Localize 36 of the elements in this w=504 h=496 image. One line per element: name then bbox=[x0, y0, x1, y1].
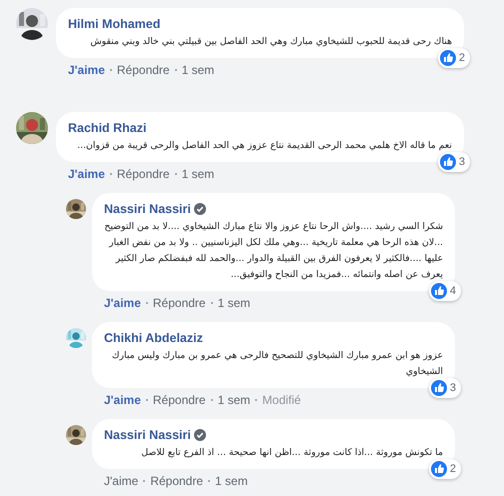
comment-text: شكرا السي رشيد ....واش الرحا نتاع عزوز والا نتاع مبارك الشيخاوي ....لا بد من التوضيح ...لان هذه الرحا هي معلمة تاريخية ...وهي ملك لكل اليزناسنيين .. ولا بد من نفض الغبار عليها ....فالكثير لا يعرفون الفرق بين القبيلة والدوار ...والحمد لله فبفضلكم صار الكثير يعرف عن اصله وانتمائه ...فمزيدا من النجاح والتوفيق... bbox=[104, 220, 443, 282]
like-link[interactable]: J'aime bbox=[104, 392, 141, 408]
like-icon bbox=[440, 50, 456, 66]
reaction-count[interactable]: 2 bbox=[438, 48, 470, 68]
like-link[interactable]: J'aime bbox=[104, 473, 138, 489]
author-name[interactable]: Nassiri Nassiri bbox=[104, 201, 191, 217]
author-name[interactable]: Chikhi Abdelaziz bbox=[104, 330, 203, 346]
author-name[interactable]: Hilmi Mohamed bbox=[68, 16, 160, 32]
like-icon bbox=[430, 461, 447, 477]
reaction-count[interactable]: 2 bbox=[428, 459, 461, 479]
reply-link[interactable]: Répondre bbox=[152, 392, 206, 408]
comment-text: نعم ما قاله الاخ هلمي محمد الرحى القديمة نتاع عزوز هي الحد الفاصل والرحى قريبة من قزوان... bbox=[76, 139, 452, 153]
reaction-count[interactable]: 3 bbox=[428, 378, 461, 398]
reply-link[interactable]: Répondre bbox=[116, 62, 170, 78]
reply-link[interactable]: Répondre bbox=[152, 295, 206, 311]
author-name[interactable]: Rachid Rhazi bbox=[68, 120, 146, 136]
timestamp[interactable]: 1 sem bbox=[218, 295, 250, 311]
like-link[interactable]: J'aime bbox=[104, 295, 141, 311]
comment-text: عزوز هو ابن عمرو مبارك الشيخاوي للتصحيح فالرحى هي عمرو بن مبارك وليس مبارك الشيخاوي bbox=[110, 349, 443, 379]
timestamp[interactable]: 1 sem bbox=[182, 166, 214, 182]
reaction-count[interactable]: 4 bbox=[428, 281, 461, 301]
timestamp[interactable]: 1 sem bbox=[215, 473, 248, 489]
timestamp[interactable]: 1 sem bbox=[218, 392, 250, 408]
comment-text: ما تكونش موروثة ...اذا كانت موروثة ...اظن انها صحيحة ... اذ الفرع تابع للاصل bbox=[140, 446, 443, 460]
author-name[interactable]: Nassiri Nassiri bbox=[104, 427, 191, 443]
reaction-count[interactable]: 3 bbox=[438, 152, 470, 172]
like-link[interactable]: J'aime bbox=[68, 62, 105, 78]
timestamp[interactable]: 1 sem bbox=[182, 62, 214, 78]
like-icon bbox=[440, 154, 456, 170]
like-icon bbox=[430, 283, 447, 299]
like-link[interactable]: J'aime bbox=[68, 166, 105, 182]
like-icon bbox=[430, 380, 447, 396]
edited-label[interactable]: Modifié bbox=[262, 392, 301, 408]
reply-link[interactable]: Répondre bbox=[150, 473, 204, 489]
reply-link[interactable]: Répondre bbox=[116, 166, 170, 182]
comment-text: هناك رحى قديمة للحبوب للشيخاوي مبارك وهي الحد الفاصل بين قبيلتي بني خالد وبني منقوش bbox=[89, 35, 452, 49]
